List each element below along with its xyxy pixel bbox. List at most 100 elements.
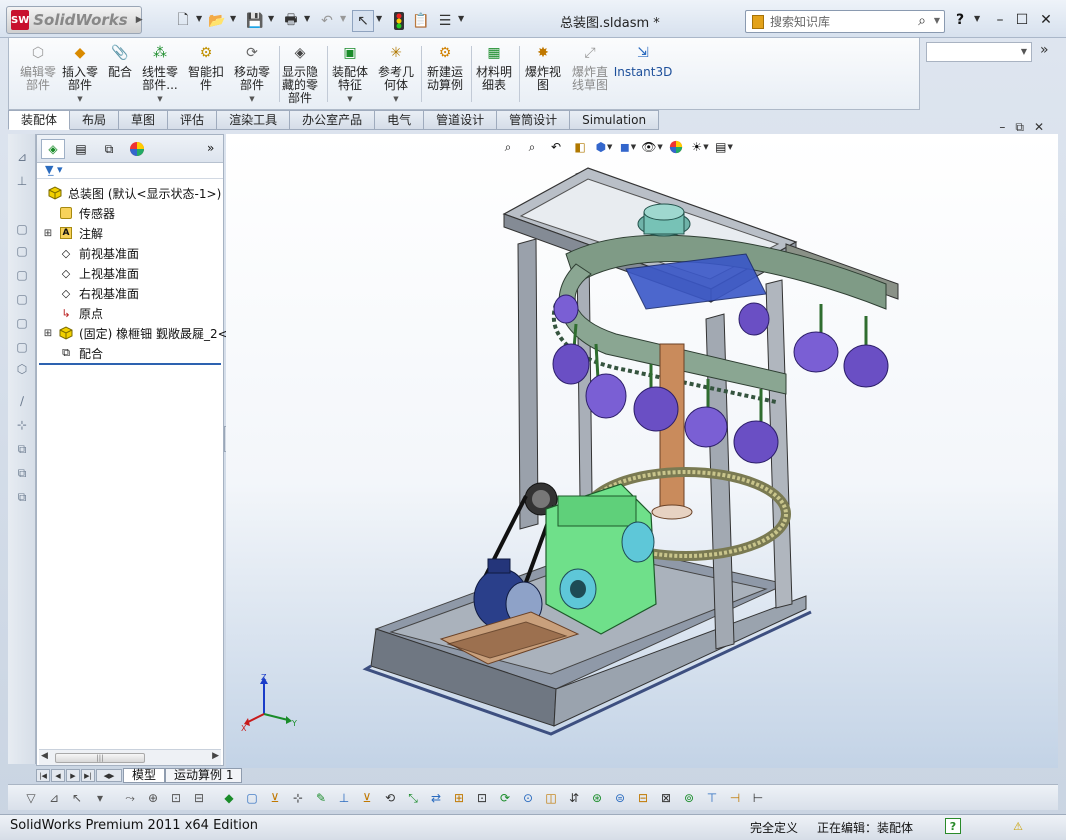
search-dropdown-icon[interactable]: ▼	[934, 16, 940, 25]
help-status-icon[interactable]: ?	[945, 818, 961, 834]
options-icon[interactable]: ☰	[434, 10, 456, 32]
tree-root[interactable]: 总装图 (默认<显示状态-1>)	[37, 183, 221, 203]
expand-panel-icon[interactable]: »	[207, 141, 214, 155]
tree-item-sensors[interactable]: 传感器	[43, 203, 115, 223]
add-icon[interactable]: ⊞	[450, 789, 468, 807]
last-tab-icon[interactable]: ▶|	[81, 769, 95, 782]
tab-render-tools[interactable]: 渲染工具	[217, 110, 291, 130]
view-front-icon[interactable]: ▢	[13, 220, 31, 238]
star-icon[interactable]: ⊛	[588, 789, 606, 807]
tree-item-right-plane[interactable]: ◇ 右视基准面	[43, 283, 139, 303]
expand-icon[interactable]: ⊞	[43, 228, 53, 239]
view-left-icon[interactable]: ▢	[13, 266, 31, 284]
cross-icon[interactable]: ⊠	[657, 789, 675, 807]
options-dropdown-icon[interactable]: ▼	[458, 14, 464, 23]
ring-icon[interactable]: ⊜	[611, 789, 629, 807]
point-icon[interactable]: ⊹	[289, 789, 307, 807]
sketch-relation-icon[interactable]: ⊹	[13, 416, 31, 434]
left-icon[interactable]: ⊣	[726, 789, 744, 807]
o-ring-icon[interactable]: ⊚	[680, 789, 698, 807]
component-icon[interactable]: ⊕	[144, 789, 162, 807]
undo-icon[interactable]: ↶	[316, 10, 338, 32]
help-button[interactable]: ?	[956, 12, 964, 28]
select-dropdown-icon[interactable]: ▾	[91, 789, 109, 807]
view-bottom-icon[interactable]: ▢	[13, 338, 31, 356]
new-document-icon[interactable]: 🗋	[172, 10, 194, 32]
rebuild-status-icon[interactable]: ⚠	[1010, 818, 1026, 834]
search-icon[interactable]: ⌕	[918, 13, 926, 29]
sketch-paste-icon[interactable]: ⧉	[13, 488, 31, 506]
sketch-tool-icon[interactable]: ⊿	[13, 148, 31, 166]
rollback-bar[interactable]	[39, 363, 221, 365]
configuration-combo[interactable]: ▼	[926, 42, 1032, 62]
tree-item-origin[interactable]: ↳ 原点	[43, 303, 103, 323]
rotate-icon[interactable]: ⟲	[381, 789, 399, 807]
cmd-explode-line-sketch[interactable]: ⤢ 爆炸直 线草图	[561, 42, 619, 92]
axis-icon[interactable]: ⊻	[266, 789, 284, 807]
restore-doc-icon[interactable]: ⧉	[1015, 120, 1024, 135]
box-icon[interactable]: ⊡	[473, 789, 491, 807]
plane-icon[interactable]: ▢	[243, 789, 261, 807]
minimize-icon[interactable]: –	[990, 10, 1010, 30]
undo-dropdown-icon[interactable]: ▼	[340, 14, 346, 23]
circle-icon[interactable]: ⊙	[519, 789, 537, 807]
select-icon[interactable]: ↖	[68, 789, 86, 807]
tab-evaluate[interactable]: 评估	[168, 110, 218, 130]
print-icon[interactable]: 🖶	[280, 10, 302, 32]
filter-bar[interactable]: ▼̲ ▾	[37, 163, 223, 179]
close-icon[interactable]: ✕	[1036, 10, 1056, 30]
tree-item-fixed-part[interactable]: ⊞ (固定) 橡榧钿 觐敞晸屣_2<	[43, 323, 228, 343]
graphics-area[interactable]: – ⧉ ✕ ⌕ ⌕ ↶ ◧ ⬢ ▼ ◼ ▼ 👁 ▼ ☀ ▼ ▤ ▼ Z Y X	[226, 120, 1058, 768]
knowledge-base-search[interactable]: 搜索知识库 ⌕ ▼	[745, 10, 945, 33]
tree-item-mates[interactable]: ⧉ 配合	[43, 343, 103, 363]
sketch-icon[interactable]: ✎	[312, 789, 330, 807]
select-other-icon[interactable]: ⤳	[121, 789, 139, 807]
scroll-left-icon[interactable]: ◀	[41, 751, 48, 761]
flip-icon[interactable]: ⇵	[565, 789, 583, 807]
horizontal-scrollbar[interactable]: ◀ ||| ▶	[39, 749, 221, 765]
view-back-icon[interactable]: ▢	[13, 242, 31, 260]
save-dropdown-icon[interactable]: ▼	[268, 14, 274, 23]
tab-office-products[interactable]: 办公室产品	[290, 110, 376, 130]
tab-electrical[interactable]: 电气	[375, 110, 425, 130]
filter-icon[interactable]: ▼̲ ▾	[45, 163, 62, 176]
first-tab-icon[interactable]: |◀	[36, 769, 50, 782]
filter-icon[interactable]: ▽	[22, 789, 40, 807]
maximize-icon[interactable]: ☐	[1012, 10, 1032, 30]
smart-dimension-icon[interactable]: ⊥	[13, 172, 31, 190]
next-tab-icon[interactable]: ▶	[66, 769, 80, 782]
file-properties-icon[interactable]: 📋	[410, 10, 432, 32]
part-icon[interactable]: ⊡	[167, 789, 185, 807]
configurationmanager-tab-icon[interactable]: ⧉	[97, 139, 121, 159]
featuremanager-tab-icon[interactable]: ◈	[41, 139, 65, 159]
more-icon[interactable]: »	[1040, 42, 1049, 58]
tab-layout[interactable]: 布局	[70, 110, 120, 130]
assembly-model[interactable]	[226, 134, 1058, 768]
tab-simulation[interactable]: Simulation	[570, 110, 660, 130]
solidworks-logo[interactable]: SW SolidWorks ▶	[6, 6, 143, 34]
tree-item-top-plane[interactable]: ◇ 上视基准面	[43, 263, 139, 283]
mate-ref-icon[interactable]: ◆	[220, 789, 238, 807]
tabs-scroll-icon[interactable]: ◀▶	[96, 769, 122, 782]
tab-sketch[interactable]: 草图	[119, 110, 169, 130]
tab-tubing[interactable]: 管筒设计	[497, 110, 571, 130]
view-iso-icon[interactable]: ⬡	[13, 360, 31, 378]
tee-icon[interactable]: ⊤	[703, 789, 721, 807]
sketch-block-icon[interactable]: ⧉	[13, 440, 31, 458]
scroll-thumb[interactable]: |||	[55, 753, 145, 763]
cmd-instant3d[interactable]: ⇲ Instant3D	[614, 42, 673, 79]
expand-icon[interactable]: ⊞	[43, 328, 53, 339]
new-dropdown-icon[interactable]: ▼	[196, 14, 202, 23]
propertymanager-tab-icon[interactable]: ▤	[69, 139, 93, 159]
minus-icon[interactable]: ⊟	[634, 789, 652, 807]
prev-tab-icon[interactable]: ◀	[51, 769, 65, 782]
split-icon[interactable]: ◫	[542, 789, 560, 807]
tree-item-annotations[interactable]: ⊞ A 注解	[43, 223, 103, 243]
sketch-copy-icon[interactable]: ⧉	[13, 464, 31, 482]
filter-vertex-icon[interactable]: ⊿	[45, 789, 63, 807]
close-doc-icon[interactable]: ✕	[1034, 120, 1044, 135]
dimension-icon[interactable]: ⊥	[335, 789, 353, 807]
print-dropdown-icon[interactable]: ▼	[304, 14, 310, 23]
view-right-icon[interactable]: ▢	[13, 290, 31, 308]
relation-icon[interactable]: ⊻	[358, 789, 376, 807]
